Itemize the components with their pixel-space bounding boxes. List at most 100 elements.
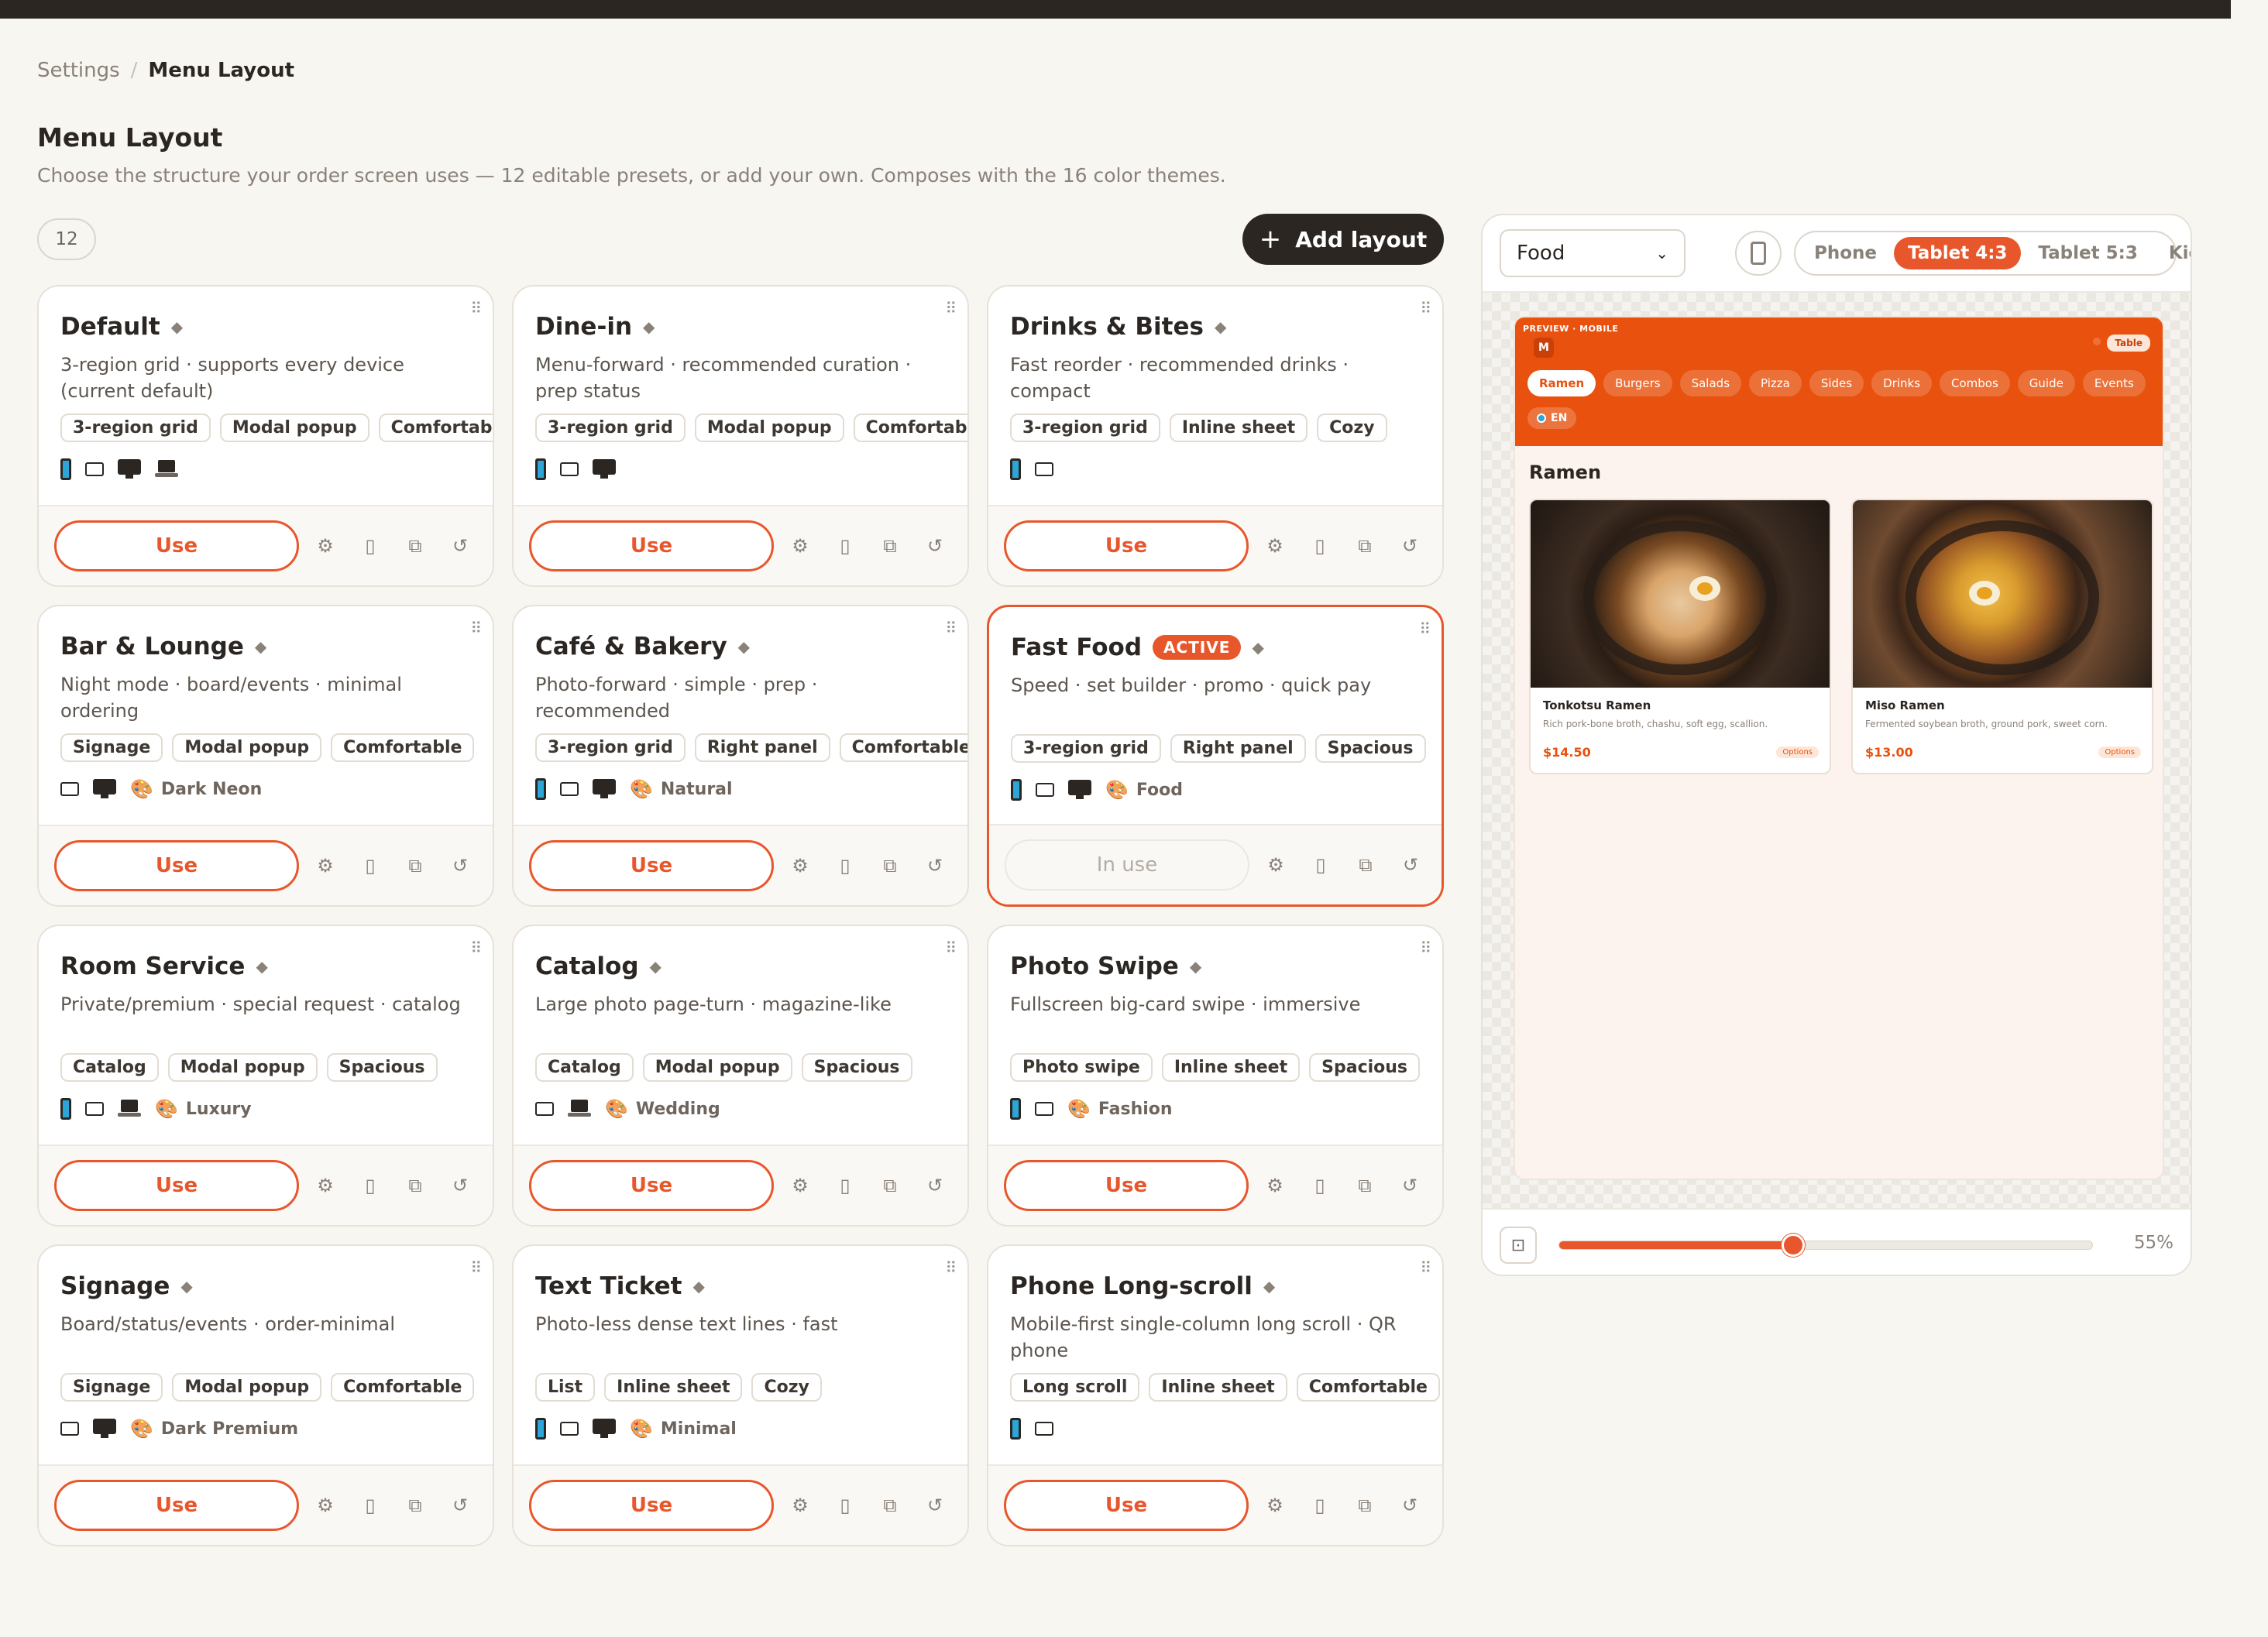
reset-icon[interactable]: ↺ [451,535,469,557]
duplicate-icon[interactable]: ⧉ [1356,1495,1374,1516]
use-button[interactable]: Use [54,1160,299,1211]
use-button[interactable]: Use [1004,1480,1249,1531]
duplicate-icon[interactable]: ⧉ [881,1495,899,1516]
reset-icon[interactable]: ↺ [1400,1495,1419,1516]
settings-icon[interactable]: ⚙ [1266,1495,1284,1516]
zoom-slider-thumb[interactable] [1782,1234,1805,1257]
device-option[interactable]: Kiosk [2155,237,2191,269]
reset-icon[interactable]: ↺ [926,855,944,877]
settings-icon[interactable]: ⚙ [1266,854,1285,876]
settings-icon[interactable]: ⚙ [316,1495,335,1516]
preview-device-icon[interactable]: ▯ [361,1175,380,1196]
use-button[interactable]: Use [54,1480,299,1531]
reset-icon[interactable]: ↺ [926,1495,944,1516]
device-option[interactable]: Tablet 5:3 [2024,237,2151,269]
preview-device-icon[interactable]: ▯ [361,1495,380,1516]
category-tab[interactable]: Sides [1809,370,1864,396]
category-tab[interactable]: Combos [1940,370,2010,396]
layout-card[interactable]: ⠿ Café & Bakery ◆ Photo-forward · simple… [512,605,969,907]
use-button[interactable]: Use [529,520,774,571]
duplicate-icon[interactable]: ⧉ [881,535,899,557]
fit-to-screen-icon[interactable]: ⊡ [1500,1227,1537,1264]
drag-handle-icon[interactable]: ⠿ [1419,619,1431,638]
reset-icon[interactable]: ↺ [451,855,469,877]
preview-device-icon[interactable]: ▯ [836,1175,854,1196]
language-chip[interactable]: EN [1527,407,1577,429]
preview-device-icon[interactable]: ▯ [836,535,854,557]
layout-card[interactable]: ⠿ Fast Food ACTIVE ◆ Speed · set builder… [987,605,1444,907]
layout-card[interactable]: ⠿ Default ◆ 3-region grid · supports eve… [37,285,494,587]
duplicate-icon[interactable]: ⧉ [406,855,424,877]
use-button[interactable]: Use [529,1160,774,1211]
settings-icon[interactable]: ⚙ [791,535,809,557]
preview-device-icon[interactable]: ▯ [836,855,854,877]
preview-device-icon[interactable]: ▯ [361,855,380,877]
category-tab[interactable]: Events [2082,370,2146,396]
drag-handle-icon[interactable]: ⠿ [945,939,957,957]
orientation-toggle-button[interactable] [1735,231,1782,276]
settings-icon[interactable]: ⚙ [1266,535,1284,557]
layout-card[interactable]: ⠿ Phone Long-scroll ◆ Mobile-first singl… [987,1244,1444,1546]
drag-handle-icon[interactable]: ⠿ [470,1258,482,1277]
device-option[interactable]: Tablet 4:3 [1894,237,2022,269]
duplicate-icon[interactable]: ⧉ [406,1495,424,1516]
drag-handle-icon[interactable]: ⠿ [1420,1258,1431,1277]
drag-handle-icon[interactable]: ⠿ [470,939,482,957]
layout-card[interactable]: ⠿ Bar & Lounge ◆ Night mode · board/even… [37,605,494,907]
preview-device-icon[interactable]: ▯ [1311,854,1330,876]
add-layout-button[interactable]: + Add layout [1242,214,1444,265]
theme-select[interactable]: Food ⌄ [1500,229,1686,277]
drag-handle-icon[interactable]: ⠿ [1420,939,1431,957]
preview-device-icon[interactable]: ▯ [1311,1175,1329,1196]
reset-icon[interactable]: ↺ [926,535,944,557]
layout-card[interactable]: ⠿ Catalog ◆ Large photo page-turn · maga… [512,925,969,1227]
layout-card[interactable]: ⠿ Dine-in ◆ Menu-forward · recommended c… [512,285,969,587]
settings-icon[interactable]: ⚙ [316,855,335,877]
use-button[interactable]: Use [1004,1160,1249,1211]
reset-icon[interactable]: ↺ [926,1175,944,1196]
category-tab[interactable]: Drinks [1871,370,1933,396]
breadcrumb-settings[interactable]: Settings [37,59,120,82]
use-button[interactable]: Use [529,840,774,891]
drag-handle-icon[interactable]: ⠿ [945,299,957,317]
layout-card[interactable]: ⠿ Text Ticket ◆ Photo-less dense text li… [512,1244,969,1546]
drag-handle-icon[interactable]: ⠿ [470,299,482,317]
layout-card[interactable]: ⠿ Signage ◆ Board/status/events · order-… [37,1244,494,1546]
use-button[interactable]: Use [529,1480,774,1531]
category-tab[interactable]: Guide [2017,370,2075,396]
in-use-button[interactable]: In use [1005,839,1249,891]
layout-card[interactable]: ⠿ Photo Swipe ◆ Fullscreen big-card swip… [987,925,1444,1227]
category-tab[interactable]: Ramen [1527,370,1596,396]
layout-card[interactable]: ⠿ Room Service ◆ Private/premium · speci… [37,925,494,1227]
preview-device-icon[interactable]: ▯ [1311,1495,1329,1516]
duplicate-icon[interactable]: ⧉ [406,1175,424,1196]
settings-icon[interactable]: ⚙ [316,1175,335,1196]
layout-card[interactable]: ⠿ Drinks & Bites ◆ Fast reorder · recomm… [987,285,1444,587]
duplicate-icon[interactable]: ⧉ [1356,1175,1374,1196]
duplicate-icon[interactable]: ⧉ [1356,854,1375,876]
reset-icon[interactable]: ↺ [1401,854,1420,876]
settings-icon[interactable]: ⚙ [791,855,809,877]
duplicate-icon[interactable]: ⧉ [881,855,899,877]
drag-handle-icon[interactable]: ⠿ [945,619,957,637]
menu-item-card[interactable]: Miso Ramen Fermented soybean broth, grou… [1851,499,2153,774]
reset-icon[interactable]: ↺ [1400,1175,1419,1196]
drag-handle-icon[interactable]: ⠿ [945,1258,957,1277]
menu-item-card[interactable]: Tonkotsu Ramen Rich pork-bone broth, cha… [1529,499,1831,774]
category-tab[interactable]: Salads [1679,370,1742,396]
category-tab[interactable]: Burgers [1603,370,1672,396]
preview-device-icon[interactable]: ▯ [836,1495,854,1516]
use-button[interactable]: Use [54,840,299,891]
use-button[interactable]: Use [54,520,299,571]
options-chip[interactable]: Options [2098,746,2141,758]
settings-icon[interactable]: ⚙ [791,1495,809,1516]
device-option[interactable]: Phone [1800,237,1891,269]
drag-handle-icon[interactable]: ⠿ [470,619,482,637]
reset-icon[interactable]: ↺ [1400,535,1419,557]
settings-icon[interactable]: ⚙ [791,1175,809,1196]
reset-icon[interactable]: ↺ [451,1495,469,1516]
duplicate-icon[interactable]: ⧉ [881,1175,899,1196]
category-tab[interactable]: Pizza [1749,370,1802,396]
options-chip[interactable]: Options [1776,746,1819,758]
zoom-slider[interactable] [1558,1234,2093,1257]
